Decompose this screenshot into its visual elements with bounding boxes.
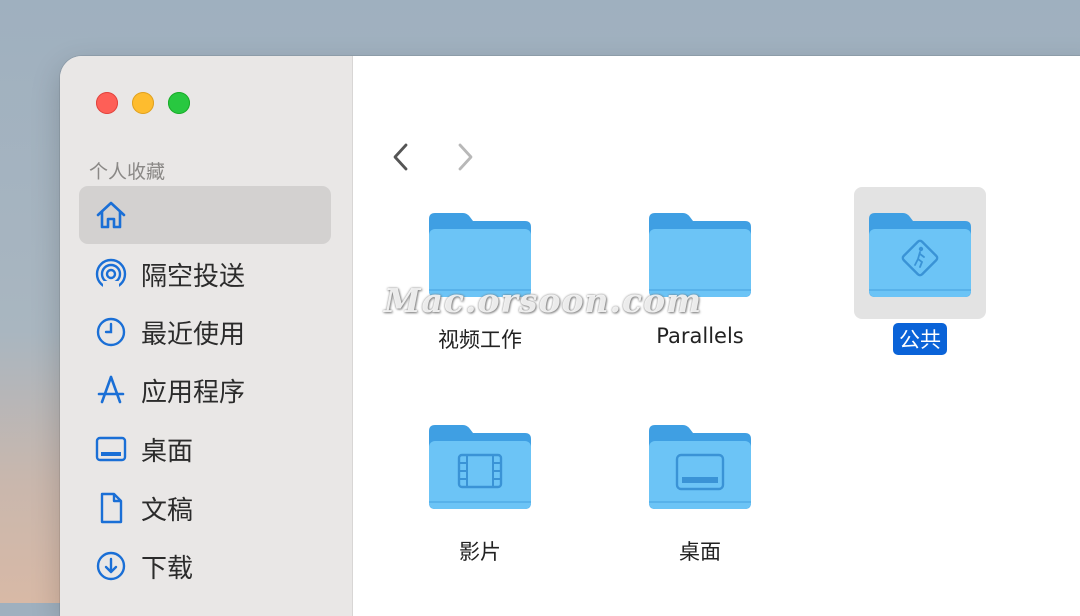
sidebar-item-label: 桌面 — [141, 436, 194, 467]
forward-icon — [455, 142, 475, 176]
airdrop-icon — [91, 254, 131, 294]
sidebar-item-recents[interactable]: 最近使用 — [79, 303, 331, 361]
file-label: 视频工作 — [438, 328, 522, 352]
file-item-video-work[interactable]: 视频工作 — [410, 187, 550, 355]
public-folder-icon — [854, 187, 986, 319]
sidebar-item-applications[interactable]: 应用程序 — [79, 361, 331, 419]
sidebar-item-home[interactable] — [79, 186, 331, 244]
sidebar-item-documents[interactable]: 文稿 — [79, 479, 331, 537]
sidebar: 个人收藏 隔空投送 最近使用 应用程序 桌面 文稿 下载 — [60, 56, 353, 616]
sidebar-item-label: 应用程序 — [141, 377, 246, 408]
close-button[interactable] — [96, 92, 118, 114]
sidebar-section-title: 个人收藏 — [89, 161, 166, 183]
movies-folder-icon — [414, 399, 546, 531]
file-label: 公共 — [893, 323, 947, 355]
watermark: Mac.orsoon.com — [384, 281, 702, 320]
desktop-icon — [91, 429, 131, 469]
sidebar-item-label: 最近使用 — [141, 319, 246, 350]
sidebar-item-label: 文稿 — [141, 495, 194, 526]
applications-icon — [91, 370, 131, 410]
sidebar-item-airdrop[interactable]: 隔空投送 — [79, 245, 331, 303]
forward-button[interactable] — [450, 142, 480, 176]
file-item-desktop[interactable]: 桌面 — [630, 399, 770, 567]
back-button[interactable] — [386, 142, 416, 176]
zoom-button[interactable] — [168, 92, 190, 114]
sidebar-item-label: 隔空投送 — [141, 261, 246, 292]
finder-window: 个人收藏 隔空投送 最近使用 应用程序 桌面 文稿 下载 视频工作 Parall… — [60, 56, 1080, 616]
sidebar-item-desktop[interactable]: 桌面 — [79, 420, 331, 478]
back-icon — [391, 142, 411, 176]
sidebar-item-label: 下载 — [141, 553, 194, 584]
file-item-parallels[interactable]: Parallels — [630, 187, 770, 349]
sidebar-item-downloads[interactable]: 下载 — [79, 537, 331, 595]
file-label: Parallels — [656, 324, 744, 348]
document-icon — [91, 488, 131, 528]
desktop-folder-icon — [634, 399, 766, 531]
file-label: 桌面 — [679, 540, 721, 564]
download-icon — [91, 546, 131, 586]
file-item-public[interactable]: 公共 — [850, 187, 990, 355]
file-label: 影片 — [459, 540, 501, 564]
home-icon — [91, 195, 131, 235]
file-item-movies[interactable]: 影片 — [410, 399, 550, 567]
minimize-button[interactable] — [132, 92, 154, 114]
clock-icon — [91, 312, 131, 352]
